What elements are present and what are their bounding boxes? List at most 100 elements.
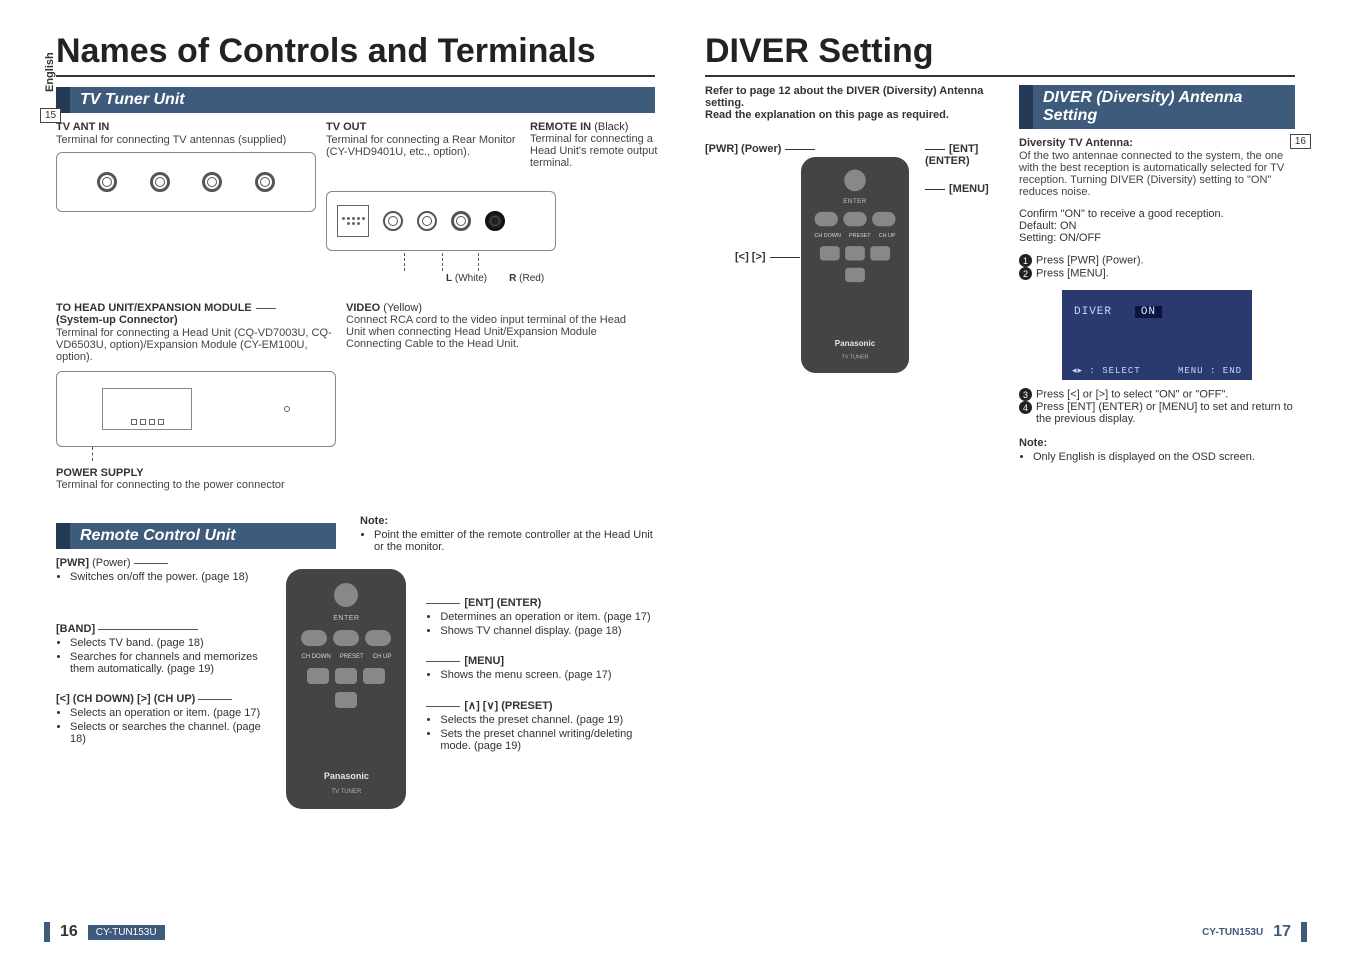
remote-menu-btn-icon [872, 212, 895, 226]
page-thumb-right: 16 [1290, 134, 1311, 149]
expansion-diagram [56, 371, 336, 447]
remote-menu-btn-icon [365, 630, 391, 646]
step-4: Press [ENT] (ENTER) or [MENU] to set and… [1036, 401, 1295, 425]
step-2: Press [MENU]. [1036, 268, 1109, 280]
step-2-badge: 2 [1019, 267, 1032, 280]
din-connector-icon [337, 205, 369, 237]
remote-up-icon [845, 246, 865, 260]
setting: Setting: ON/OFF [1019, 232, 1295, 244]
ent-head: [ENT] (ENTER) [464, 597, 541, 609]
ent-b2: Shows TV channel display. (page 18) [440, 625, 655, 637]
antenna-jack-icon [202, 172, 222, 192]
remote-right-icon [363, 668, 385, 684]
osd-foot-left: ◂▸ : SELECT [1072, 366, 1141, 376]
band-b2: Searches for channels and memorizes them… [70, 651, 266, 675]
lang-tab-left: English [44, 52, 56, 92]
tv-ant-in-desc: Terminal for connecting TV antennas (sup… [56, 134, 316, 146]
remote-sub: TV TUNER [331, 789, 361, 795]
pwr-head: [PWR] [56, 557, 89, 569]
remote-ent-btn-icon [843, 212, 866, 226]
remote-right-icon [870, 246, 890, 260]
default: Default: ON [1019, 220, 1295, 232]
tv-ant-in-head: TV ANT IN [56, 121, 316, 133]
ent-b1: Determines an operation or item. (page 1… [440, 611, 655, 623]
osd-main: DIVER [1074, 306, 1112, 318]
head-unit-head: TO HEAD UNIT/EXPANSION MODULE [56, 302, 252, 314]
expansion-row: TO HEAD UNIT/EXPANSION MODULE (System-up… [56, 302, 655, 363]
footer-accent-icon [44, 922, 50, 942]
l-label: L [446, 273, 452, 284]
head-unit-desc: Terminal for connecting a Head Unit (CQ-… [56, 327, 336, 363]
footer-right: 17 CY-TUN153U [1202, 922, 1307, 942]
remote-up-icon [335, 668, 357, 684]
remote-pwr-icon [334, 583, 358, 607]
footer-left: 16 CY-TUN153U [44, 922, 165, 942]
section-remote: Remote Control Unit [56, 523, 336, 549]
pwr-b1: Switches on/off the power. (page 18) [70, 571, 266, 583]
section-diver: DIVER (Diversity) Antenna Setting [1019, 85, 1295, 129]
rca-jack-icon [383, 211, 403, 231]
antenna-jack-icon [150, 172, 170, 192]
footer-accent-icon [1301, 922, 1307, 942]
band-b1: Selects TV band. (page 18) [70, 637, 266, 649]
preset-head: [∧] [∨] (PRESET) [464, 700, 552, 712]
remote-band-btn-icon [815, 212, 838, 226]
remote-band-btn-icon [301, 630, 327, 646]
title-right: DIVER Setting [705, 32, 1295, 77]
step-1-badge: 1 [1019, 254, 1032, 267]
tv-out-head: TV OUT [326, 121, 516, 133]
step-1: Press [PWR] (Power). [1036, 255, 1144, 267]
note-head-r: Note: [1019, 437, 1295, 449]
page-number-left: 16 [60, 923, 78, 941]
remote-down-icon [845, 268, 865, 282]
callout-ent: [ENT] (ENTER) [925, 143, 978, 167]
l-color: (White) [455, 273, 487, 284]
power-supply-desc: Terminal for connecting to the power con… [56, 479, 655, 491]
note-b: Only English is displayed on the OSD scr… [1033, 451, 1295, 463]
menu-b1: Shows the menu screen. (page 17) [440, 669, 655, 681]
intro2: Read the explanation on this page as req… [705, 109, 995, 121]
pwr-paren: (Power) [92, 557, 131, 569]
callout-nav: [<] [>] [735, 251, 766, 263]
confirm: Confirm "ON" to receive a good reception… [1019, 208, 1295, 220]
remote-columns: [PWR] (Power) Switches on/off the power.… [56, 557, 655, 809]
remote-diagram-right: ENTER CH DOWNPRESETCH UP Panasonic TV [705, 121, 1015, 381]
div-head: Diversity TV Antenna: [1019, 137, 1295, 149]
menu-head: [MENU] [464, 655, 504, 667]
step-3-badge: 3 [1019, 388, 1032, 401]
r-label: R [509, 273, 516, 284]
page-left: English 15 Names of Controls and Termina… [0, 0, 675, 954]
remote-left-icon [307, 668, 329, 684]
remote-in-head: REMOTE IN [530, 121, 591, 133]
note-head: Note: [360, 515, 655, 527]
head-unit-sub: (System-up Connector) [56, 314, 336, 326]
video-head: VIDEO [346, 302, 380, 314]
remote-in-desc: Terminal for connecting a Head Unit's re… [530, 133, 660, 169]
preset-b2: Sets the preset channel writing/deleting… [440, 728, 655, 752]
remote-pwr-icon [844, 170, 866, 192]
tv-ant-in-diagram [56, 152, 316, 212]
osd-value: ON [1135, 306, 1162, 318]
remote-ent-btn-icon [333, 630, 359, 646]
osd-foot-right: MENU : END [1178, 366, 1242, 376]
page-thumb-left: 15 [40, 108, 61, 123]
intro1: Refer to page 12 about the DIVER (Divers… [705, 85, 995, 109]
r-color: (Red) [519, 273, 544, 284]
tv-out-diagram [326, 191, 556, 251]
note-remote: Point the emitter of the remote controll… [374, 529, 655, 553]
video-desc: Connect RCA cord to the video input term… [346, 314, 646, 350]
step-3: Press [<] or [>] to select "ON" or "OFF"… [1036, 389, 1228, 401]
ch-b2: Selects or searches the channel. (page 1… [70, 721, 266, 745]
mount-hole-icon [284, 406, 290, 412]
model-badge-right: CY-TUN153U [1202, 927, 1263, 938]
remote-diagram: ENTER CH DOWNPRESETCH UP Panasonic TV TU… [286, 569, 406, 809]
ch-head: [<] (CH DOWN) [>] (CH UP) [56, 693, 195, 705]
tv-terminal-row: TV ANT IN Terminal for connecting TV ant… [56, 121, 655, 284]
video-color: (Yellow) [383, 302, 422, 314]
remote-in-color: (Black) [594, 121, 628, 133]
rca-jack-icon [451, 211, 471, 231]
antenna-jack-icon [97, 172, 117, 192]
tv-out-desc: Terminal for connecting a Rear Monitor (… [326, 134, 516, 158]
callout-menu: [MENU] [949, 183, 989, 195]
ch-b1: Selects an operation or item. (page 17) [70, 707, 266, 719]
